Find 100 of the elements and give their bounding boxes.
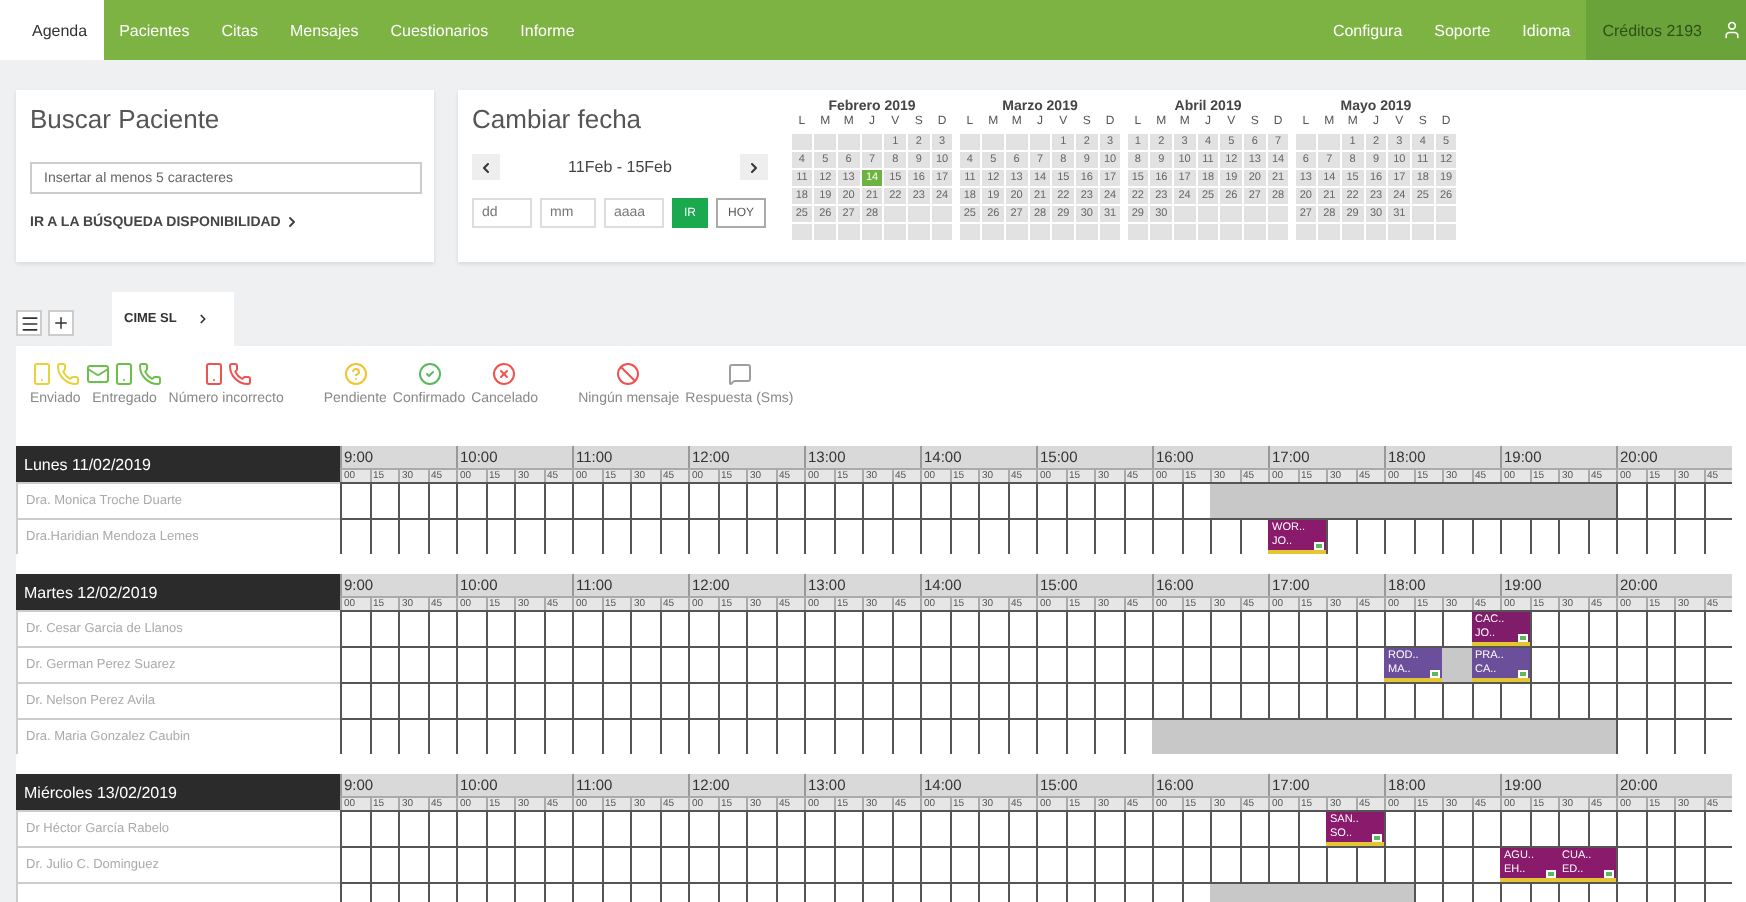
time-slot[interactable] <box>1674 518 1703 554</box>
time-slot[interactable] <box>1065 682 1094 718</box>
time-slot[interactable] <box>833 610 862 646</box>
time-slot[interactable] <box>1239 646 1268 682</box>
time-slot[interactable] <box>717 810 746 846</box>
time-slot[interactable] <box>949 646 978 682</box>
time-slot[interactable] <box>659 610 688 646</box>
time-slot[interactable] <box>1268 610 1297 646</box>
time-slot[interactable] <box>978 646 1007 682</box>
time-slot[interactable] <box>1616 846 1645 882</box>
time-slot[interactable] <box>688 482 717 518</box>
time-slot[interactable] <box>804 810 833 846</box>
time-slot[interactable] <box>340 846 369 882</box>
time-slot[interactable] <box>1239 846 1268 882</box>
time-slot[interactable] <box>746 610 775 646</box>
time-slot[interactable] <box>1065 846 1094 882</box>
time-slot[interactable] <box>543 718 572 754</box>
time-slot[interactable] <box>630 718 659 754</box>
time-slot[interactable] <box>1065 810 1094 846</box>
time-slot[interactable] <box>717 718 746 754</box>
time-slot[interactable] <box>1529 610 1558 646</box>
time-slot[interactable] <box>804 718 833 754</box>
time-slot[interactable] <box>369 518 398 554</box>
time-slot[interactable] <box>920 518 949 554</box>
time-slot[interactable] <box>1674 610 1703 646</box>
time-slot[interactable] <box>572 482 601 518</box>
time-slot[interactable] <box>485 846 514 882</box>
time-slot[interactable] <box>775 718 804 754</box>
time-slot[interactable] <box>688 518 717 554</box>
time-slot[interactable] <box>1152 610 1181 646</box>
time-slot[interactable] <box>833 646 862 682</box>
time-slot[interactable] <box>1297 646 1326 682</box>
time-slot[interactable] <box>688 846 717 882</box>
time-slot[interactable] <box>775 682 804 718</box>
time-slot[interactable] <box>1326 518 1355 554</box>
time-slot[interactable] <box>1036 810 1065 846</box>
time-slot[interactable] <box>775 518 804 554</box>
time-slot[interactable] <box>688 718 717 754</box>
time-slot[interactable] <box>1123 646 1152 682</box>
time-slot[interactable] <box>1703 682 1732 718</box>
time-slot[interactable] <box>1297 846 1326 882</box>
time-slot[interactable] <box>1645 846 1674 882</box>
time-slot[interactable] <box>804 646 833 682</box>
time-slot[interactable] <box>340 518 369 554</box>
time-slot[interactable] <box>1181 646 1210 682</box>
time-slot[interactable] <box>1036 846 1065 882</box>
time-slot[interactable] <box>862 610 891 646</box>
time-slot[interactable] <box>1384 682 1413 718</box>
time-slot[interactable] <box>1036 482 1065 518</box>
time-slot[interactable] <box>1529 810 1558 846</box>
previous-button[interactable] <box>472 154 500 180</box>
time-slot[interactable] <box>1703 482 1732 518</box>
time-slot[interactable] <box>1152 518 1181 554</box>
time-slot[interactable] <box>369 646 398 682</box>
time-slot[interactable] <box>920 682 949 718</box>
time-slot[interactable] <box>1703 846 1732 882</box>
time-slot[interactable] <box>398 718 427 754</box>
time-slot[interactable] <box>485 718 514 754</box>
time-slot[interactable] <box>1123 718 1152 754</box>
time-slot[interactable] <box>775 846 804 882</box>
time-slot[interactable] <box>427 518 456 554</box>
time-slot[interactable] <box>572 610 601 646</box>
time-slot[interactable] <box>717 518 746 554</box>
nav-tab[interactable]: Citas <box>205 0 274 60</box>
time-slot[interactable] <box>340 682 369 718</box>
time-slot[interactable] <box>1558 610 1587 646</box>
time-slot[interactable] <box>1123 610 1152 646</box>
time-slot[interactable] <box>1674 482 1703 518</box>
time-slot[interactable] <box>1036 682 1065 718</box>
time-slot[interactable] <box>1442 610 1471 646</box>
time-slot[interactable] <box>1645 610 1674 646</box>
time-slot[interactable] <box>1413 610 1442 646</box>
nav-link[interactable]: Idioma <box>1506 0 1587 60</box>
time-slot[interactable] <box>1181 846 1210 882</box>
time-slot[interactable] <box>746 718 775 754</box>
time-slot[interactable] <box>1500 810 1529 846</box>
time-slot[interactable] <box>1645 482 1674 518</box>
time-slot[interactable] <box>746 518 775 554</box>
time-slot[interactable] <box>1616 610 1645 646</box>
time-slot[interactable] <box>427 718 456 754</box>
time-slot[interactable] <box>920 810 949 846</box>
time-slot[interactable] <box>1558 518 1587 554</box>
menu-icon[interactable] <box>16 310 42 336</box>
time-slot[interactable] <box>514 610 543 646</box>
plus-icon[interactable] <box>48 310 74 336</box>
time-slot[interactable] <box>659 682 688 718</box>
time-slot[interactable] <box>1007 646 1036 682</box>
time-slot[interactable] <box>1094 610 1123 646</box>
time-slot[interactable] <box>601 610 630 646</box>
time-slot[interactable] <box>1326 846 1355 882</box>
nav-tab[interactable]: Cuestionarios <box>374 0 505 60</box>
time-slot[interactable] <box>630 646 659 682</box>
time-slot[interactable] <box>398 646 427 682</box>
time-slot[interactable] <box>1123 682 1152 718</box>
time-slot[interactable] <box>427 646 456 682</box>
time-slot[interactable] <box>1094 646 1123 682</box>
time-slot[interactable] <box>1326 682 1355 718</box>
time-slot[interactable] <box>1210 518 1239 554</box>
time-slot[interactable] <box>398 846 427 882</box>
time-slot[interactable] <box>978 718 1007 754</box>
